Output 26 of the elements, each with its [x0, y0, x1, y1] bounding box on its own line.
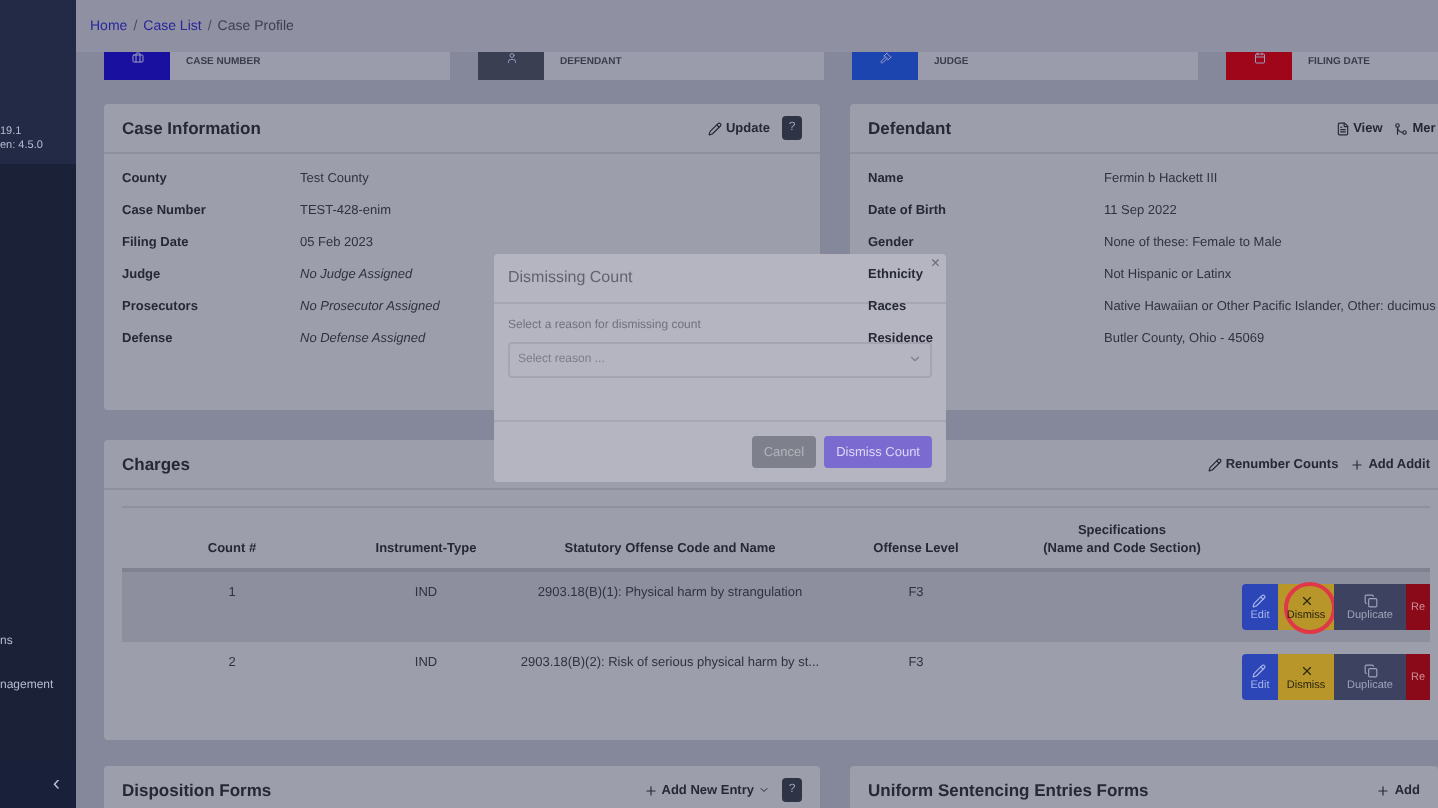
panel-title: Disposition Forms — [122, 780, 272, 800]
caret-icon — [758, 784, 770, 796]
document-icon — [1335, 121, 1350, 135]
pencil-icon — [1207, 457, 1222, 471]
panel-title: Case Information — [122, 118, 261, 138]
pencil-icon — [1252, 663, 1267, 677]
panel-title: Charges — [122, 454, 191, 474]
copy-icon — [1363, 663, 1377, 677]
panel-title: Defendant — [868, 118, 952, 138]
pencil-icon — [1252, 593, 1267, 607]
x-icon — [1299, 663, 1313, 677]
x-icon — [1299, 593, 1313, 607]
pencil-icon — [707, 121, 722, 135]
card-icon — [505, 52, 517, 64]
card-icon — [131, 52, 143, 64]
panel-title: Uniform Sentencing Entries Forms — [868, 780, 1149, 800]
plus-icon — [1350, 457, 1365, 471]
copy-icon — [1363, 593, 1377, 607]
chevron-icon — [908, 352, 922, 367]
card-icon — [879, 52, 891, 64]
merge-icon — [1394, 121, 1409, 135]
dialog-title: Dismissing Count — [508, 268, 633, 287]
collapse-button[interactable]: ‹ — [52, 772, 60, 796]
plus-icon — [643, 783, 658, 797]
plus-icon — [1376, 783, 1391, 797]
card-icon — [1253, 52, 1265, 64]
